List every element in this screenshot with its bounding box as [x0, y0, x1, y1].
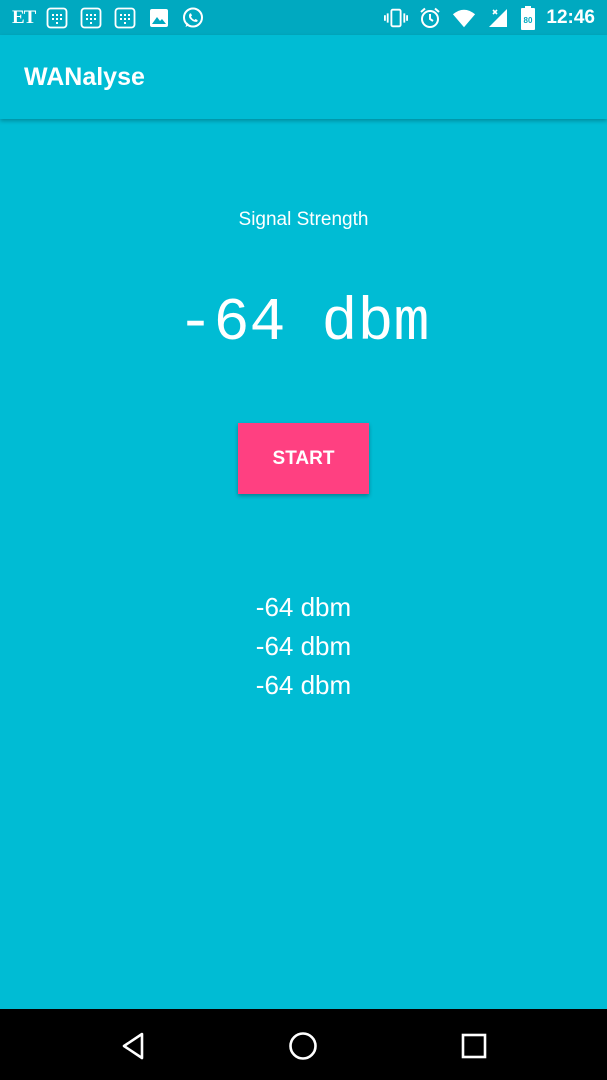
back-icon[interactable] — [113, 1026, 153, 1066]
reading-item: -64 dbm — [255, 631, 352, 661]
readings-list: -64 dbm -64 dbm -64 dbm — [0, 588, 607, 705]
signal-strength-value: -64 dbm — [177, 290, 430, 358]
calendar-icon — [79, 7, 103, 29]
app-bar: WANalyse — [0, 35, 607, 119]
calendar-icon — [45, 7, 69, 29]
status-time: 12:46 — [546, 6, 595, 28]
wifi-icon — [452, 7, 476, 29]
navigation-bar — [0, 1009, 607, 1080]
signal-strength-label: Signal Strength — [238, 209, 369, 230]
home-icon[interactable] — [283, 1026, 323, 1066]
battery-level: 80 — [524, 16, 533, 25]
vibrate-icon — [384, 7, 409, 29]
status-bar-right: 80 12:46 — [384, 5, 595, 30]
battery-icon: 80 — [520, 5, 536, 30]
whatsapp-icon — [181, 7, 205, 29]
reading-item: -64 dbm — [255, 670, 352, 700]
image-icon — [147, 7, 171, 29]
status-bar: ET 80 12:46 — [0, 0, 607, 35]
status-bar-left: ET — [12, 7, 205, 29]
recents-icon[interactable] — [454, 1026, 494, 1066]
calendar-icon — [113, 7, 137, 29]
signal-icon — [486, 7, 510, 29]
et-logo: ET — [12, 6, 36, 28]
reading-item: -64 dbm — [255, 592, 352, 622]
alarm-icon — [418, 7, 442, 29]
app-title: WANalyse — [24, 62, 145, 91]
start-button[interactable]: START — [238, 423, 369, 494]
